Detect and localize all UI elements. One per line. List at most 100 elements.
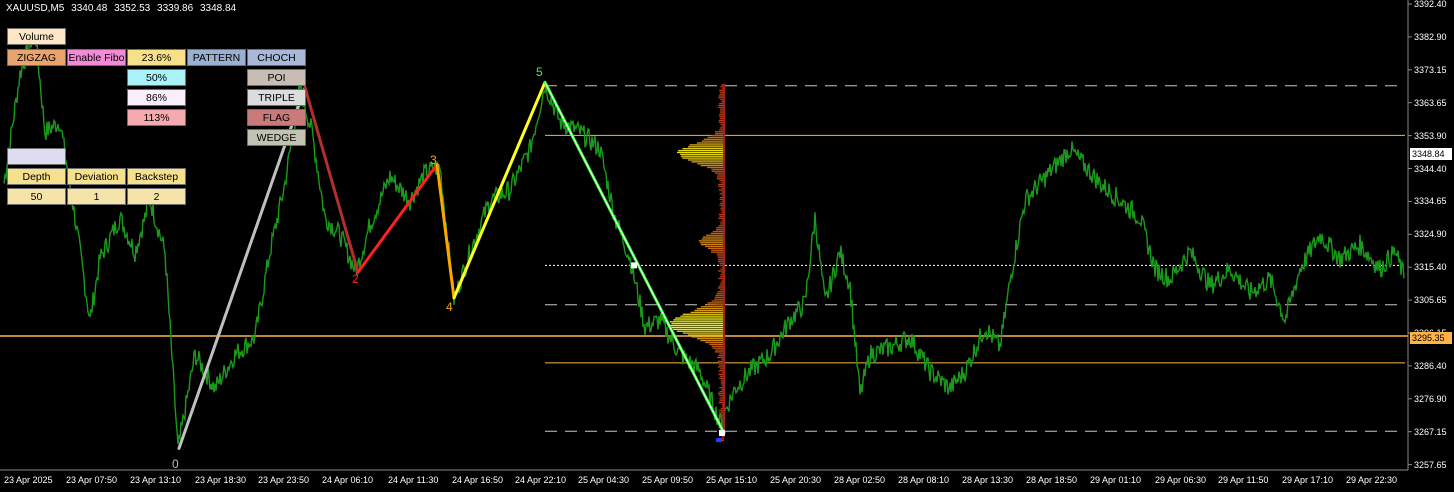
price-tick: 3286.40: [1414, 360, 1447, 371]
volume-profile-bar: [700, 306, 724, 308]
fib-50-button[interactable]: 50%: [127, 69, 186, 86]
volume-profile-bar: [714, 298, 724, 300]
volume-profile-bar: [716, 228, 724, 231]
triple-button[interactable]: TRIPLE: [247, 89, 306, 106]
volume-profile-bar: [707, 247, 724, 250]
time-tick: 28 Apr 08:10: [898, 475, 950, 485]
volume-button[interactable]: Volume: [7, 28, 66, 45]
volume-profile-bar: [682, 332, 724, 334]
chart-title: XAUUSD,M5 3340.48 3352.53 3339.86 3348.8…: [6, 3, 240, 14]
volume-profile-bar: [698, 240, 724, 242]
marker-square: [631, 262, 637, 269]
time-tick: 28 Apr 02:50: [834, 475, 886, 485]
choch-button[interactable]: CHOCH: [247, 49, 306, 66]
blank-input[interactable]: [7, 148, 66, 165]
volume-profile-bar: [669, 321, 724, 323]
volume-profile-bar: [703, 138, 724, 140]
volume-profile-bar: [707, 136, 724, 139]
zigzag-label-0: 0: [172, 457, 179, 471]
ohlc-low: 3339.86: [157, 3, 194, 14]
fib-23-6-button[interactable]: 23.6%: [127, 49, 186, 66]
volume-profile-bar: [711, 345, 724, 347]
volume-profile-bar: [682, 157, 724, 159]
marker-square: [716, 438, 722, 443]
volume-profile-bar: [678, 149, 724, 152]
enable-fibo-button[interactable]: Enable Fibo: [67, 49, 126, 66]
volume-profile-bar: [711, 168, 724, 171]
volume-profile: [668, 84, 725, 441]
symbol-label: XAUUSD,M5: [6, 3, 65, 14]
time-tick: 29 Apr 22:30: [1346, 475, 1398, 485]
volume-profile-bar: [703, 236, 724, 238]
volume-profile-bar: [690, 311, 724, 314]
flag-button[interactable]: FLAG: [247, 109, 306, 126]
volume-profile-bar: [711, 300, 724, 302]
time-tick: 24 Apr 11:30: [388, 475, 439, 485]
price-tick: 3267.15: [1414, 426, 1447, 437]
zigzag-label-5: 5: [536, 65, 543, 79]
volume-profile-bar: [687, 334, 724, 336]
volume-profile-bar: [717, 255, 724, 257]
volume-profile-bar: [673, 328, 724, 330]
fib-113-button[interactable]: 113%: [127, 109, 186, 126]
time-tick: 23 Apr 2025: [4, 475, 53, 485]
price-tick: 3257.65: [1414, 459, 1447, 470]
time-tick: 28 Apr 18:50: [1026, 475, 1078, 485]
volume-profile-bar: [705, 341, 724, 344]
volume-profile-bar: [700, 164, 724, 167]
volume-profile-bar: [717, 356, 724, 359]
time-tick: 25 Apr 09:50: [642, 475, 694, 485]
volume-profile-bar: [668, 324, 724, 327]
volume-profile-bar: [710, 232, 724, 235]
volume-profile-bar: [673, 319, 724, 321]
marker-square: [719, 430, 725, 437]
backstep-input[interactable]: 2: [127, 188, 186, 205]
price-tick: 3373.15: [1414, 64, 1447, 75]
poi-button[interactable]: POI: [247, 69, 306, 86]
depth-input[interactable]: 50: [7, 188, 66, 205]
volume-profile-bar: [715, 294, 724, 297]
time-tick: 28 Apr 13:30: [962, 475, 1014, 485]
time-tick: 25 Apr 20:30: [770, 475, 822, 485]
wedge-button[interactable]: WEDGE: [247, 129, 306, 146]
price-tick: 3344.40: [1414, 163, 1447, 174]
volume-profile-bar: [671, 323, 724, 325]
volume-profile-bar: [676, 151, 724, 154]
volume-profile-bar: [717, 176, 724, 178]
volume-profile-bar: [700, 242, 724, 244]
volume-profile-bar: [682, 313, 724, 315]
time-tick: 25 Apr 04:30: [578, 475, 630, 485]
chart-canvas[interactable]: [0, 0, 1454, 492]
volume-profile-bar: [709, 343, 724, 346]
deviation-label: Deviation: [67, 168, 126, 185]
zigzag-leg: [356, 162, 439, 274]
zigzag-button[interactable]: ZIGZAG: [7, 49, 66, 66]
time-tick: 29 Apr 11:50: [1218, 475, 1269, 485]
time-tick: 24 Apr 22:10: [515, 475, 567, 485]
volume-profile-bar: [687, 146, 724, 148]
fib-86-button[interactable]: 86%: [127, 89, 186, 106]
volume-profile-bar: [682, 148, 724, 150]
volume-profile-bar: [701, 238, 724, 240]
volume-profile-bar: [714, 351, 724, 353]
pattern-button[interactable]: PATTERN: [187, 49, 246, 66]
volume-profile-bar: [711, 134, 724, 137]
volume-profile-bar: [675, 317, 724, 319]
deviation-input[interactable]: 1: [67, 188, 126, 205]
volume-profile-bar: [707, 302, 724, 304]
price-tick: 3315.40: [1414, 262, 1447, 273]
volume-profile-bar: [701, 140, 724, 142]
line-price-tag: 3295.35: [1410, 332, 1452, 344]
volume-profile-bar: [687, 159, 724, 161]
time-tick: 25 Apr 15:10: [706, 475, 758, 485]
time-tick: 29 Apr 01:10: [1090, 475, 1142, 485]
volume-profile-bar: [689, 144, 724, 146]
zigzag-label-4: 4: [446, 300, 453, 314]
price-tick: 3392.40: [1414, 0, 1447, 9]
time-tick: 24 Apr 06:10: [322, 475, 374, 485]
volume-profile-bar: [680, 155, 724, 157]
volume-profile-bar: [711, 251, 724, 253]
backstep-label: Backstep: [127, 168, 186, 185]
zigzag-label-2: 2: [352, 272, 359, 286]
time-tick: 23 Apr 23:50: [258, 475, 310, 485]
